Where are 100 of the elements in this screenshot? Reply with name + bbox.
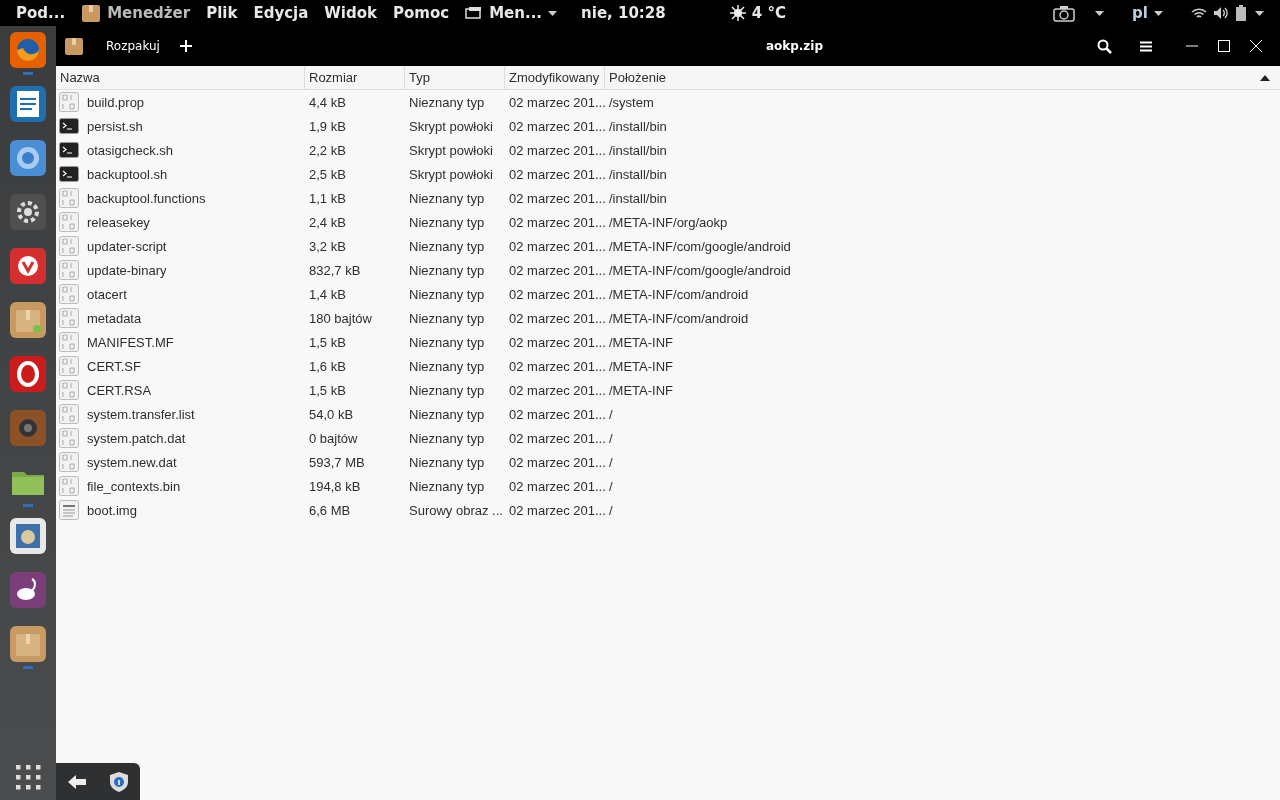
menu-item[interactable]: Widok <box>316 4 386 22</box>
table-cell-text: 02 marzec 201... <box>508 214 605 230</box>
opera-icon <box>16 361 40 387</box>
file-name: releasekey <box>86 214 151 230</box>
window-icon <box>465 6 484 20</box>
activities-button[interactable]: Pod... <box>8 4 74 22</box>
table-cell-text: 02 marzec 201... <box>508 310 605 326</box>
file-name: backuptool.functions <box>86 190 207 206</box>
window-title: aokp.zip <box>764 39 825 53</box>
file-name: CERT.RSA <box>86 382 153 398</box>
table-cell-text: 02 marzec 201... <box>508 478 605 494</box>
table-cell-text: 3,2 kB <box>308 238 347 254</box>
table-cell-text: 02 marzec 201... <box>508 406 605 422</box>
table-cell-text: /install/bin <box>608 118 668 134</box>
binary-file-icon <box>59 308 79 328</box>
menu-item[interactable]: Plik <box>198 4 246 22</box>
table-cell-text: 6,6 MB <box>308 502 352 518</box>
table-cell-text: /META-INF/com/google/android <box>608 238 792 254</box>
table-cell-text: / <box>608 502 614 518</box>
binary-file-icon <box>59 452 79 472</box>
table-cell-text: Nieznany typ <box>408 262 486 278</box>
extract-button[interactable]: Rozpakuj <box>96 35 170 57</box>
table-cell-text: /META-INF/com/android <box>608 286 750 302</box>
file-name: updater-script <box>86 238 168 254</box>
table-cell-text: Nieznany typ <box>408 334 486 350</box>
table-cell-text: 832,7 kB <box>308 262 362 278</box>
table-cell-text: 1,9 kB <box>308 118 347 134</box>
file-name: otacert <box>86 286 128 302</box>
file-name: system.transfer.list <box>86 406 196 422</box>
table-cell-text: 02 marzec 201... <box>508 382 605 398</box>
battery-icon <box>1235 4 1249 22</box>
arrow-left-icon <box>68 774 86 789</box>
file-name: boot.img <box>86 502 138 518</box>
table-cell-text: Nieznany typ <box>408 310 486 326</box>
table-cell-text: /install/bin <box>608 142 668 158</box>
binary-file-icon <box>59 188 79 208</box>
file-name: backuptool.sh <box>86 166 169 182</box>
table-cell-text: Nieznany typ <box>408 454 486 470</box>
sort-ascending-icon <box>1260 74 1270 81</box>
volume-icon <box>1213 6 1229 20</box>
back-button[interactable] <box>68 774 86 789</box>
binary-file-icon <box>59 260 79 280</box>
table-cell-text: 194,8 kB <box>308 478 362 494</box>
dock-launcher[interactable] <box>10 356 46 392</box>
binary-file-icon <box>59 380 79 400</box>
dock-launcher[interactable] <box>10 194 46 230</box>
file-name: CERT.SF <box>86 358 142 374</box>
binary-file-icon <box>59 284 79 304</box>
table-cell-text: 180 bajtów <box>308 310 373 326</box>
table-cell-text: Surowy obraz ... <box>408 502 504 518</box>
binary-file-icon <box>59 332 79 352</box>
dock-launcher[interactable] <box>10 86 46 122</box>
dock-launcher[interactable] <box>10 140 46 176</box>
keyboard-layout-button[interactable]: pl <box>1124 4 1171 22</box>
search-icon <box>1097 38 1112 54</box>
text-file-icon <box>59 500 79 520</box>
terminal-file-icon <box>59 142 79 158</box>
dock-launcher[interactable] <box>10 302 46 338</box>
table-cell-text: 02 marzec 201... <box>508 166 605 182</box>
dock-launcher[interactable] <box>10 626 46 662</box>
sun-icon <box>729 5 746 21</box>
binary-file-icon <box>59 212 79 232</box>
app-name: Menedżer <box>107 4 191 22</box>
dock-launcher[interactable] <box>10 248 46 284</box>
table-cell-text: 02 marzec 201... <box>508 118 605 134</box>
app-grid-button[interactable] <box>15 764 41 790</box>
window-menu-button[interactable]: Men... <box>457 4 566 22</box>
menu-item[interactable]: Pomoc <box>385 4 458 22</box>
file-name: system.patch.dat <box>86 430 187 446</box>
table-cell-text: 1,4 kB <box>308 286 347 302</box>
wifi-icon <box>1191 6 1207 20</box>
table-cell-text: 02 marzec 201... <box>508 430 605 446</box>
table-cell-text: Nieznany typ <box>408 190 486 206</box>
shield-button[interactable] <box>110 771 128 792</box>
table-cell-text: Nieznany typ <box>408 382 486 398</box>
binary-file-icon <box>59 356 79 376</box>
file-name: system.new.dat <box>86 454 178 470</box>
binary-file-icon <box>59 236 79 256</box>
caret-icon <box>548 10 558 16</box>
clock[interactable]: nie, 10:28 <box>573 4 674 22</box>
menu-icon <box>1140 40 1152 52</box>
app-menu-button[interactable]: Menedżer <box>73 3 199 23</box>
plus-icon <box>179 40 192 52</box>
package-icon <box>64 36 84 56</box>
table-cell-text: 54,0 kB <box>308 406 355 422</box>
table-cell-text: 02 marzec 201... <box>508 454 605 470</box>
file-name: persist.sh <box>86 118 144 134</box>
chromium-icon <box>15 145 41 171</box>
weather-button[interactable]: 4 °C <box>721 4 794 22</box>
binary-file-icon <box>59 92 79 112</box>
table-cell-text: Nieznany typ <box>408 358 486 374</box>
minimize-icon <box>1186 45 1198 47</box>
table-cell-text: 1,1 kB <box>308 190 347 206</box>
table-cell-text: 1,6 kB <box>308 358 347 374</box>
table-cell-text: 02 marzec 201... <box>508 142 605 158</box>
caret-icon <box>1255 10 1264 16</box>
menu-item[interactable]: Edycja <box>245 4 317 22</box>
table-cell-text: Skrypt powłoki <box>408 118 494 134</box>
dock-launcher[interactable] <box>10 572 46 608</box>
dock-launcher[interactable] <box>10 518 46 554</box>
